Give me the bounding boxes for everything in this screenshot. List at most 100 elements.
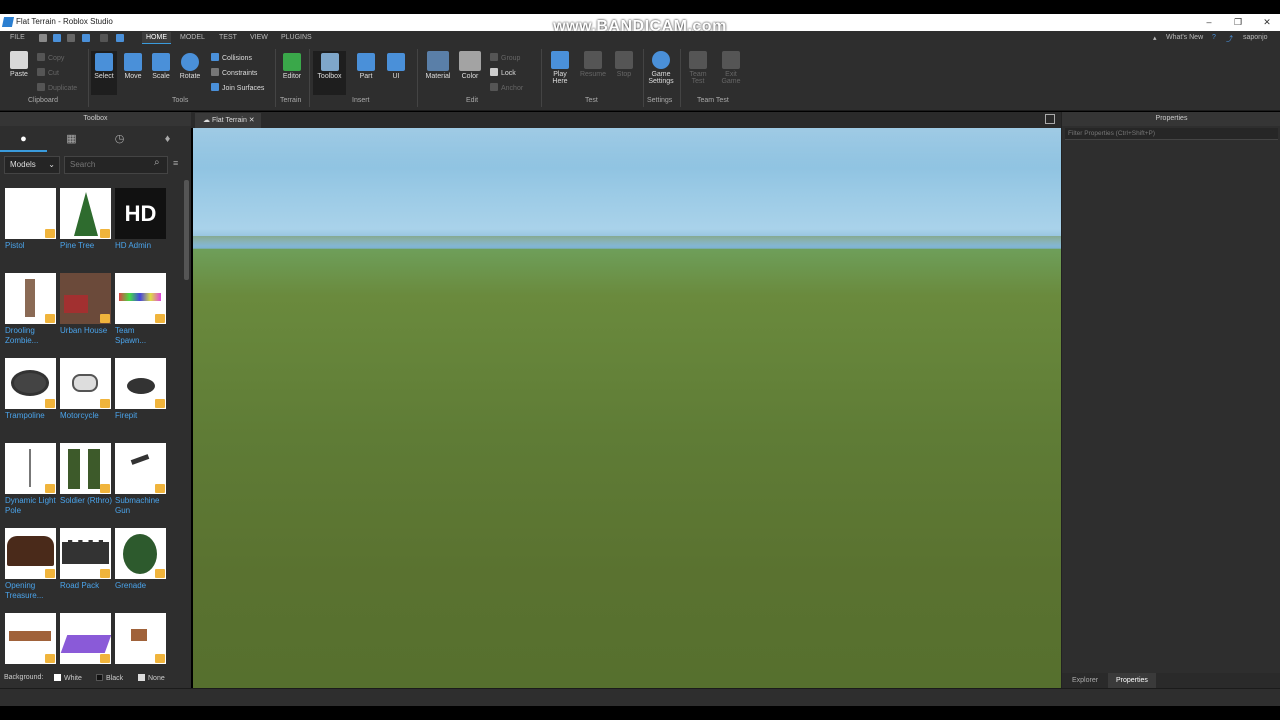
tab-recent-icon[interactable]: ◷ <box>96 126 143 152</box>
endorsed-badge-icon <box>45 484 55 493</box>
toolbox-scrollbar[interactable] <box>184 180 189 280</box>
publish-icon[interactable] <box>82 34 90 42</box>
duplicate-button[interactable]: Duplicate <box>37 83 77 92</box>
minimize-button[interactable]: – <box>1194 15 1224 29</box>
toolbox-search-input[interactable]: Search <box>64 156 168 174</box>
filter-options-icon[interactable]: ≡ <box>173 158 178 168</box>
list-item[interactable]: Motorcycle <box>60 358 112 421</box>
help-icon[interactable]: ? <box>1212 34 1216 41</box>
soldier-figure-icon <box>88 449 100 489</box>
asset-type-dropdown[interactable]: Models ⌄ <box>4 156 60 174</box>
properties-header: Properties <box>1062 112 1280 126</box>
undo-icon[interactable] <box>53 34 61 42</box>
team-icon[interactable] <box>116 34 124 42</box>
select-tool-button[interactable]: Select <box>91 51 117 95</box>
endorsed-badge-icon <box>45 569 55 578</box>
join-surfaces-toggle[interactable]: Join Surfaces <box>211 83 264 92</box>
join-surfaces-icon <box>211 83 219 91</box>
maximize-button[interactable]: ❐ <box>1223 15 1253 29</box>
game-settings-button[interactable]: Game Settings <box>646 51 676 85</box>
list-item[interactable]: Dynamic Light Pole <box>5 443 57 516</box>
menu-test[interactable]: TEST <box>219 34 237 41</box>
user-name[interactable]: saponjo <box>1243 34 1268 41</box>
list-item[interactable]: Submachine Gun <box>115 443 167 516</box>
exit-game-button[interactable]: Exit Game <box>718 51 744 85</box>
anchor-button[interactable]: Anchor <box>490 83 523 92</box>
tab-flat-terrain[interactable]: ☁ Flat Terrain ✕ <box>195 113 261 128</box>
list-item[interactable]: Drooling Zombie... <box>5 273 57 346</box>
endorsed-badge-icon <box>45 314 55 323</box>
cut-button[interactable]: Cut <box>37 68 59 77</box>
menu-file[interactable]: FILE <box>10 34 25 41</box>
list-item[interactable]: Pine Tree <box>60 188 112 251</box>
group-button[interactable]: Group <box>490 53 520 62</box>
close-window-button[interactable]: ✕ <box>1252 15 1280 29</box>
paste-button[interactable]: Paste <box>6 51 32 78</box>
list-item[interactable]: Grenade <box>115 528 167 591</box>
ui-button[interactable]: UI <box>384 53 408 80</box>
tab-inventory-icon[interactable]: ▦ <box>48 126 95 152</box>
copy-button[interactable]: Copy <box>37 53 64 62</box>
list-item[interactable]: Team Spawn... <box>115 273 167 346</box>
close-tab-icon[interactable]: ✕ <box>249 117 255 124</box>
new-file-icon[interactable] <box>39 34 47 42</box>
material-button[interactable]: Material <box>423 51 453 80</box>
list-item[interactable]: Firepit <box>115 358 167 421</box>
resume-icon <box>584 51 602 69</box>
color-button[interactable]: Color <box>457 51 483 80</box>
list-item[interactable]: HD HD Admin <box>115 188 167 251</box>
menu-view[interactable]: VIEW <box>250 34 268 41</box>
play-here-button[interactable]: Play Here <box>547 51 573 85</box>
menu-model[interactable]: MODEL <box>180 34 205 41</box>
scale-tool-button[interactable]: Scale <box>148 53 174 80</box>
constraints-toggle[interactable]: Constraints <box>211 68 257 77</box>
tab-explorer[interactable]: Explorer <box>1064 673 1106 688</box>
rotate-tool-button[interactable]: Rotate <box>176 53 204 80</box>
endorsed-badge-icon <box>45 229 55 238</box>
stop-icon[interactable] <box>100 34 108 42</box>
tab-marketplace-icon[interactable]: ● <box>0 126 47 152</box>
menu-home[interactable]: HOME <box>142 32 171 44</box>
model-thumbnail <box>5 273 56 324</box>
collapse-ribbon-icon[interactable]: ▴ <box>1153 34 1157 42</box>
view-toggle-icon[interactable] <box>1045 114 1055 124</box>
clipboard-group-label: Clipboard <box>28 97 58 104</box>
list-item[interactable]: Trampoline <box>5 358 57 421</box>
collisions-toggle[interactable]: Collisions <box>211 53 252 62</box>
bg-white-option[interactable]: White <box>54 674 82 682</box>
part-button[interactable]: Part <box>354 53 378 80</box>
model-thumbnail <box>60 358 111 409</box>
tab-properties[interactable]: Properties <box>1108 673 1156 688</box>
list-item[interactable]: Urban House <box>60 273 112 336</box>
model-thumbnail <box>5 528 56 579</box>
tools-group-label: Tools <box>172 97 189 104</box>
list-item[interactable]: Pistol <box>5 188 57 251</box>
terrain-editor-button[interactable]: Editor <box>279 53 305 80</box>
endorsed-badge-icon <box>100 399 110 408</box>
tab-creations-icon[interactable]: ♦ <box>144 126 191 152</box>
list-item[interactable] <box>115 613 167 664</box>
share-icon[interactable]: ⤴ <box>1226 34 1233 44</box>
list-item[interactable] <box>60 613 112 664</box>
list-item[interactable]: Road Pack <box>60 528 112 591</box>
properties-filter-input[interactable]: Filter Properties (Ctrl+Shift+P) <box>1065 128 1278 140</box>
menu-plugins[interactable]: PLUGINS <box>281 34 312 41</box>
toolbox-button[interactable]: Toolbox <box>313 51 346 95</box>
redo-icon[interactable] <box>67 34 75 42</box>
bg-none-option[interactable]: None <box>138 674 165 682</box>
team-test-button[interactable]: Team Test <box>685 51 711 85</box>
resume-button[interactable]: Resume <box>578 51 608 78</box>
list-item[interactable]: Opening Treasure... <box>5 528 57 601</box>
play-icon <box>551 51 569 69</box>
whats-new-link[interactable]: What's New <box>1166 34 1203 41</box>
list-item[interactable] <box>5 613 57 664</box>
lock-button[interactable]: Lock <box>490 68 516 77</box>
stop-button[interactable]: Stop <box>612 51 636 78</box>
model-thumbnail <box>115 528 166 579</box>
bg-black-option[interactable]: Black <box>96 674 123 682</box>
list-item[interactable]: Soldier (Rthro) <box>60 443 112 506</box>
search-icon[interactable]: ⌕ <box>154 157 160 168</box>
move-tool-button[interactable]: Move <box>120 53 146 80</box>
divider <box>417 49 418 107</box>
3d-viewport[interactable] <box>193 128 1061 688</box>
